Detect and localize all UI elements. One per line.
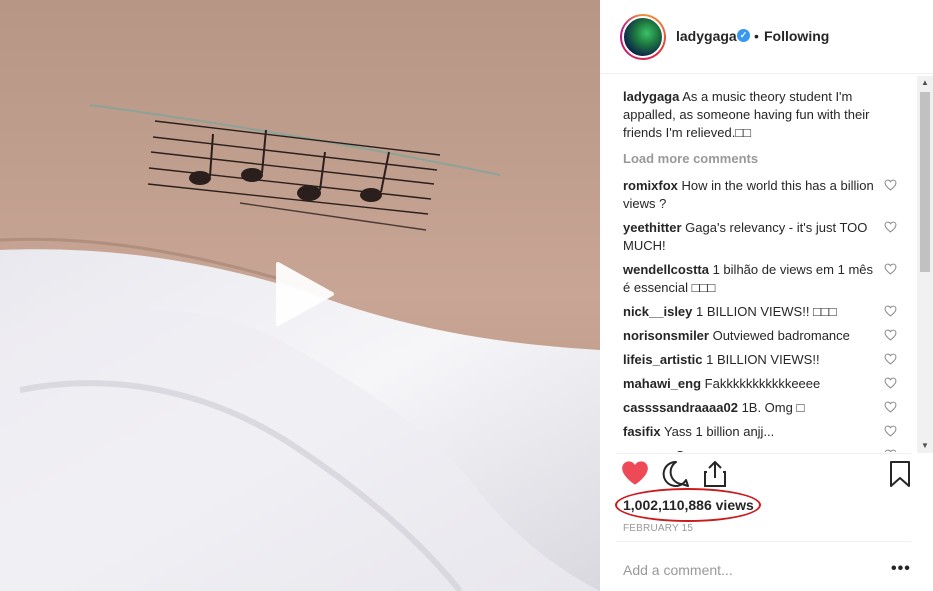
comment-text: 1 BILLION VIEWS!! xyxy=(706,352,820,367)
heart-filled-icon xyxy=(622,461,648,485)
comment-username[interactable]: cassssandraaaa02 xyxy=(623,400,738,415)
comment-row: mahawi_eng Fakkkkkkkkkkkeeee xyxy=(623,375,901,393)
comment-username[interactable]: lifeis_artistic xyxy=(623,352,703,367)
post-header: ladygaga ✓ • Following xyxy=(600,0,933,74)
divider xyxy=(616,453,911,454)
comment-like-heart-icon[interactable] xyxy=(884,263,897,275)
comment-username[interactable]: yeethitter xyxy=(623,220,682,235)
header-username[interactable]: ladygaga xyxy=(676,28,737,44)
following-button[interactable]: Following xyxy=(764,28,829,44)
post-date[interactable]: FEBRUARY 15 xyxy=(623,523,693,534)
comment-like-heart-icon[interactable] xyxy=(884,221,897,233)
comment-text: Fakkkkkkkkkkkeeee xyxy=(704,376,821,391)
comments-list[interactable]: ladygaga As a music theory student I'm a… xyxy=(623,88,901,452)
comment-row: norisonsmiler Outviewed badromance xyxy=(623,327,901,345)
comment-like-heart-icon[interactable] xyxy=(884,425,897,437)
bookmark-icon xyxy=(890,461,910,487)
comment-like-heart-icon[interactable] xyxy=(884,377,897,389)
comment-row: nick__isley 1 BILLION VIEWS!! □□□ xyxy=(623,303,901,321)
comment-text: 1B. Omg □ xyxy=(741,400,805,415)
add-comment-input[interactable]: Add a comment... xyxy=(623,562,863,578)
more-options-button[interactable]: ••• xyxy=(891,560,911,578)
comment-text: Omg xyxy=(675,448,703,452)
play-icon[interactable] xyxy=(270,262,334,326)
comment-like-heart-icon[interactable] xyxy=(884,353,897,365)
scroll-down-icon[interactable]: ▼ xyxy=(917,439,933,453)
post-media-video[interactable] xyxy=(0,0,600,591)
divider xyxy=(616,541,911,542)
comment-like-heart-icon[interactable] xyxy=(884,305,897,317)
verified-badge-icon: ✓ xyxy=(737,29,750,42)
comment-row: mm_orr Omg xyxy=(623,447,901,452)
scrollbar-thumb[interactable] xyxy=(920,92,930,272)
comment-row: wendellcostta 1 bilhão de views em 1 mês… xyxy=(623,261,901,297)
comment-username[interactable]: norisonsmiler xyxy=(623,328,709,343)
comment-like-heart-icon[interactable] xyxy=(884,179,897,191)
comments-scrollbar[interactable]: ▲ ▼ xyxy=(917,76,933,453)
share-button[interactable] xyxy=(702,460,728,491)
comment-row: romixfox How in the world this has a bil… xyxy=(623,177,901,213)
comment-text: Outviewed badromance xyxy=(712,328,850,343)
comment-icon xyxy=(662,460,689,487)
comment-username[interactable]: mahawi_eng xyxy=(623,376,701,391)
comment-username[interactable]: mm_orr xyxy=(623,448,671,452)
caption-username[interactable]: ladygaga xyxy=(623,89,679,104)
comment-username[interactable]: nick__isley xyxy=(623,304,692,319)
comment-text: Yass 1 billion anjj... xyxy=(663,424,775,439)
share-icon xyxy=(704,461,726,487)
caption: ladygaga As a music theory student I'm a… xyxy=(623,88,901,142)
load-more-comments-button[interactable]: Load more comments xyxy=(623,150,901,168)
comment-text: 1 BILLION VIEWS!! □□□ xyxy=(696,304,837,319)
comment-username[interactable]: wendellcostta xyxy=(623,262,709,277)
comment-row: fasifix Yass 1 billion anjj... xyxy=(623,423,901,441)
scroll-up-icon[interactable]: ▲ xyxy=(917,76,933,90)
comment-username[interactable]: romixfox xyxy=(623,178,678,193)
save-button[interactable] xyxy=(889,460,911,491)
comment-like-heart-icon[interactable] xyxy=(884,449,897,452)
comment-row: cassssandraaaa02 1B. Omg □ xyxy=(623,399,901,417)
comment-like-heart-icon[interactable] xyxy=(884,401,897,413)
comment-row: yeethitter Gaga's relevancy - it's just … xyxy=(623,219,901,255)
comment-like-heart-icon[interactable] xyxy=(884,329,897,341)
comment-row: lifeis_artistic 1 BILLION VIEWS!! xyxy=(623,351,901,369)
red-annotation-circle xyxy=(615,488,761,522)
like-button[interactable] xyxy=(621,460,649,489)
comment-username[interactable]: fasifix xyxy=(623,424,661,439)
avatar[interactable] xyxy=(620,14,666,60)
separator-dot: • xyxy=(754,28,759,44)
comment-button[interactable] xyxy=(662,460,690,491)
